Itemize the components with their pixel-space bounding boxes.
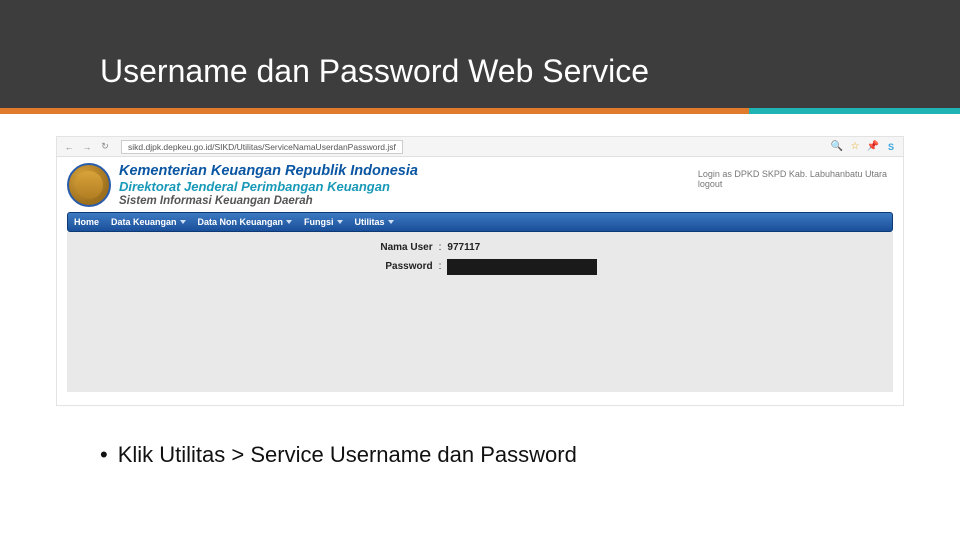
chevron-down-icon xyxy=(286,220,292,224)
menu-fungsi[interactable]: Fungsi xyxy=(304,217,343,227)
chevron-down-icon xyxy=(388,220,394,224)
bullet-dot-icon: • xyxy=(100,442,108,467)
menu-utilitas[interactable]: Utilitas xyxy=(355,217,394,227)
extension-s-icon[interactable]: S xyxy=(885,141,897,153)
colon: : xyxy=(439,242,442,253)
menu-home-label: Home xyxy=(74,217,99,227)
accent-bar xyxy=(0,108,960,114)
site-titles: Kementerian Keuangan Republik Indonesia … xyxy=(119,163,418,208)
reload-icon[interactable]: ↻ xyxy=(99,141,111,152)
row-password: Password : xyxy=(67,259,893,275)
site-title-line2: Direktorat Jenderal Perimbangan Keuangan xyxy=(119,180,418,195)
menu-data-non-keuangan[interactable]: Data Non Keuangan xyxy=(198,217,293,227)
main-menu: Home Data Keuangan Data Non Keuangan Fun… xyxy=(67,212,893,232)
ministry-logo-icon xyxy=(67,163,111,207)
forward-icon[interactable]: → xyxy=(81,142,93,152)
login-info: Login as DPKD SKPD Kab. Labuhanbatu Utar… xyxy=(698,163,893,189)
chevron-down-icon xyxy=(180,220,186,224)
row-username: Nama User : 977117 xyxy=(67,242,893,253)
username-value: 977117 xyxy=(447,242,597,253)
menu-utilitas-label: Utilitas xyxy=(355,217,385,227)
site-title-line1: Kementerian Keuangan Republik Indonesia xyxy=(119,163,418,180)
embedded-screenshot: ← → ↻ sikd.djpk.depkeu.go.id/SIKD/Utilit… xyxy=(56,136,904,406)
login-as-text: Login as DPKD SKPD Kab. Labuhanbatu Utar… xyxy=(698,169,887,179)
bullet-text: Klik Utilitas > Service Username dan Pas… xyxy=(118,442,577,467)
menu-fungsi-label: Fungsi xyxy=(304,217,334,227)
slide-header: Username dan Password Web Service xyxy=(0,0,960,108)
menu-home[interactable]: Home xyxy=(74,217,99,227)
logout-link[interactable]: logout xyxy=(698,179,887,189)
username-label: Nama User xyxy=(363,242,433,253)
menu-data-keuangan-label: Data Keuangan xyxy=(111,217,177,227)
address-bar[interactable]: sikd.djpk.depkeu.go.id/SIKD/Utilitas/Ser… xyxy=(121,140,403,154)
password-label: Password xyxy=(363,261,433,272)
colon: : xyxy=(439,261,442,272)
site-header: Kementerian Keuangan Republik Indonesia … xyxy=(57,157,903,210)
content-area: Nama User : 977117 Password : xyxy=(67,232,893,392)
search-icon[interactable]: 🔍 xyxy=(831,141,843,153)
bookmark-icon[interactable]: ☆ xyxy=(849,141,861,153)
chevron-down-icon xyxy=(337,220,343,224)
menu-data-non-keuangan-label: Data Non Keuangan xyxy=(198,217,284,227)
password-redacted xyxy=(447,259,597,275)
accent-teal xyxy=(749,108,960,114)
menu-data-keuangan[interactable]: Data Keuangan xyxy=(111,217,186,227)
slide-title: Username dan Password Web Service xyxy=(100,53,649,90)
bullet-list: • Klik Utilitas > Service Username dan Pa… xyxy=(100,442,577,468)
back-icon[interactable]: ← xyxy=(63,142,75,152)
browser-toolbar: ← → ↻ sikd.djpk.depkeu.go.id/SIKD/Utilit… xyxy=(57,137,903,157)
extension-pin-icon[interactable]: 📌 xyxy=(867,141,879,153)
accent-orange xyxy=(0,108,749,114)
site-title-line3: Sistem Informasi Keuangan Daerah xyxy=(119,195,418,208)
